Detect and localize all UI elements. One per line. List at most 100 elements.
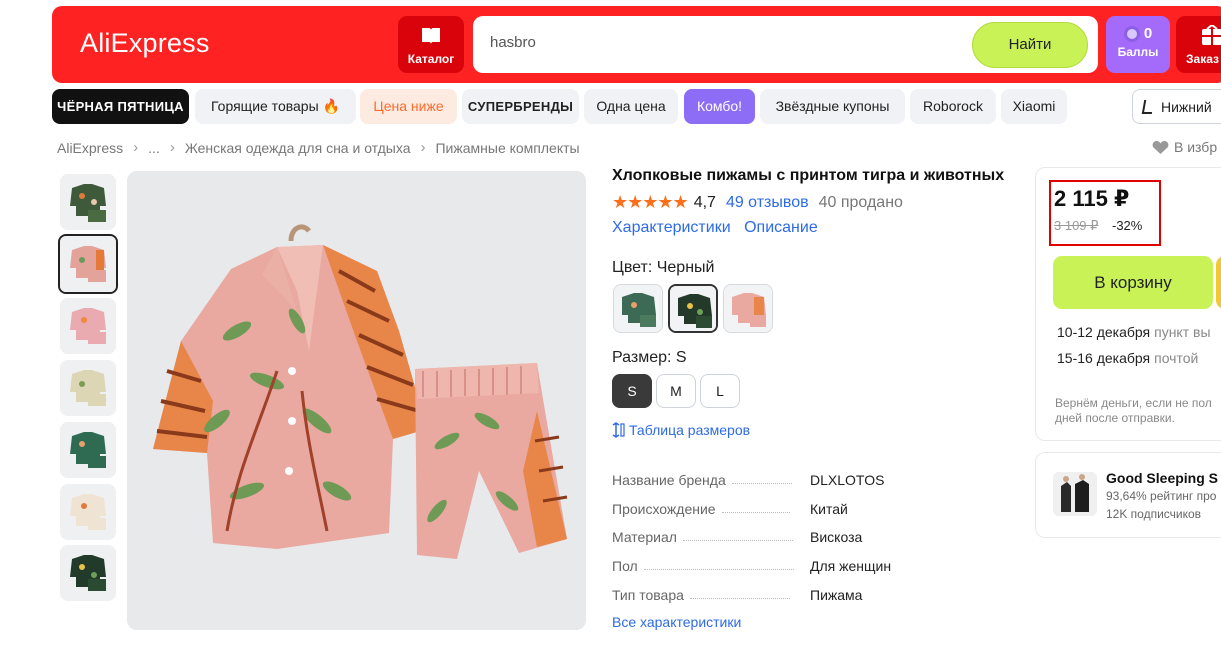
size-option-m[interactable]: M — [656, 374, 696, 408]
specs-link[interactable]: Характеристики — [612, 219, 731, 236]
chip-black-friday[interactable]: ЧЁРНАЯ ПЯТНИЦА — [52, 89, 189, 124]
chip-one-price[interactable]: Одна цена — [584, 89, 678, 124]
delivery-option-pickup[interactable]: 10-12 декабря пункт вы — [1057, 324, 1211, 340]
thumbnail-6[interactable] — [60, 484, 116, 540]
search-box: Найти — [473, 16, 1098, 73]
sold-count: 40 продано — [818, 193, 903, 211]
spec-row-type: Тип товара Пижама — [612, 587, 912, 603]
orders-button[interactable]: Заказ — [1176, 16, 1221, 73]
box-icon — [1202, 23, 1221, 45]
aliexpress-logo[interactable]: AliExpress — [80, 28, 210, 59]
catalog-button[interactable]: Каталог — [398, 16, 464, 73]
delivery-option-post[interactable]: 15-16 декабря почтой — [1057, 350, 1198, 366]
star-rating-icon: ★★★★★ — [612, 192, 689, 212]
spec-value: Вискоза — [810, 529, 863, 545]
product-thumbnail-image — [60, 360, 116, 416]
store-subscribers: 12K подписчиков — [1106, 507, 1202, 521]
thumbnail-7[interactable] — [60, 545, 116, 601]
points-button[interactable]: 0 Баллы — [1106, 16, 1170, 73]
spec-dots — [731, 483, 792, 484]
product-thumbnail-image — [60, 298, 116, 354]
store-avatar — [1053, 472, 1097, 516]
breadcrumb-category[interactable]: Женская одежда для сна и отдыха — [185, 140, 411, 156]
color-label: Цвет: Черный — [612, 259, 715, 276]
thumbnail-2[interactable] — [58, 234, 118, 294]
book-icon — [422, 28, 440, 44]
spec-name: Материал — [612, 529, 677, 545]
spec-name: Тип товара — [612, 587, 684, 603]
chip-superbrands[interactable]: СУПЕРБРЕНДЫ — [462, 89, 579, 124]
swatch-image — [724, 285, 772, 332]
size-table-label: Таблица размеров — [629, 422, 751, 438]
spec-row-origin: Происхождение Китай — [612, 501, 912, 517]
delivery-method: пункт вы — [1154, 324, 1211, 340]
all-specs-link[interactable]: Все характеристики — [612, 614, 741, 630]
chip-roborock[interactable]: Roborock — [910, 89, 996, 124]
ruler-icon — [612, 422, 625, 438]
reviews-link[interactable]: 49 отзывов — [726, 194, 809, 212]
size-label: Размер: S — [612, 349, 687, 366]
store-rating: 93,64% рейтинг про — [1106, 489, 1217, 503]
location-selector[interactable]: Нижний — [1132, 89, 1221, 124]
orders-label: Заказ — [1186, 52, 1219, 66]
add-to-cart-button[interactable]: В корзину — [1053, 256, 1213, 309]
size-table-link[interactable]: Таблица размеров — [612, 422, 750, 438]
coin-icon — [1123, 25, 1140, 42]
breadcrumb: AliExpress › ... › Женская одежда для сн… — [57, 139, 580, 156]
chevron-right-icon: › — [420, 139, 426, 156]
swatch-image — [614, 285, 662, 332]
spec-dots — [682, 540, 793, 541]
delivery-method: почтой — [1154, 350, 1199, 366]
swatch-image — [670, 286, 716, 331]
spec-value: Пижама — [810, 587, 863, 603]
product-thumbnail-image — [60, 422, 116, 478]
rating-value: 4,7 — [693, 193, 716, 211]
search-button[interactable]: Найти — [972, 22, 1088, 68]
points-count: 0 — [1143, 25, 1153, 42]
spec-row-brand: Название бренда DLXLOTOS — [612, 472, 912, 488]
spec-row-gender: Пол Для женщин — [612, 558, 912, 574]
color-swatch-2-selected[interactable] — [668, 284, 718, 333]
chip-xiaomi[interactable]: Xiaomi — [1001, 89, 1067, 124]
thumbnail-3[interactable] — [60, 298, 116, 354]
chip-combo[interactable]: Комбо! — [684, 89, 755, 124]
breadcrumb-home[interactable]: AliExpress — [57, 140, 123, 156]
add-to-favorites[interactable]: В избр — [1152, 139, 1217, 155]
discount-badge: -32% — [1112, 218, 1143, 233]
breadcrumb-subcategory[interactable]: Пижамные комплекты — [435, 140, 579, 156]
spec-name: Пол — [612, 558, 638, 574]
size-option-s[interactable]: S — [612, 374, 652, 408]
spec-name: Происхождение — [612, 501, 716, 517]
product-nav-links: Характеристики Описание — [612, 219, 827, 237]
thumbnail-4[interactable] — [60, 360, 116, 416]
location-pin-icon — [1141, 100, 1155, 114]
thumbnail-5[interactable] — [60, 422, 116, 478]
store-name[interactable]: Good Sleeping S — [1106, 470, 1218, 486]
chip-star-coupons[interactable]: Звёздные купоны — [760, 89, 905, 124]
breadcrumb-ellipsis[interactable]: ... — [148, 140, 160, 156]
product-thumbnail-image — [60, 545, 116, 601]
delivery-date: 10-12 декабря — [1057, 324, 1151, 340]
product-thumbnail-image — [60, 236, 116, 292]
chip-price-lower[interactable]: Цена ниже — [360, 89, 457, 124]
catalog-label: Каталог — [407, 52, 455, 66]
description-link[interactable]: Описание — [744, 219, 818, 236]
size-option-l[interactable]: L — [700, 374, 740, 408]
spec-value: DLXLOTOS — [810, 472, 885, 488]
color-swatch-3[interactable] — [723, 284, 773, 333]
spec-row-material: Материал Вискоза — [612, 529, 912, 545]
favorites-label: В избр — [1174, 139, 1218, 155]
buy-now-button[interactable] — [1216, 256, 1221, 309]
old-price: 3 109 ₽ — [1054, 218, 1099, 233]
chip-hot-items[interactable]: Горящие товары 🔥 — [195, 89, 356, 124]
product-title: Хлопковые пижамы с принтом тигра и живот… — [612, 167, 1005, 184]
product-thumbnail-image — [60, 174, 116, 230]
color-swatch-1[interactable] — [613, 284, 663, 333]
heart-icon — [1152, 140, 1169, 154]
spec-dots — [643, 569, 794, 570]
store-logo-image — [1053, 472, 1097, 516]
product-main-image[interactable] — [127, 171, 586, 630]
thumbnail-1[interactable] — [60, 174, 116, 230]
search-input[interactable] — [490, 34, 960, 51]
spec-name: Название бренда — [612, 472, 726, 488]
